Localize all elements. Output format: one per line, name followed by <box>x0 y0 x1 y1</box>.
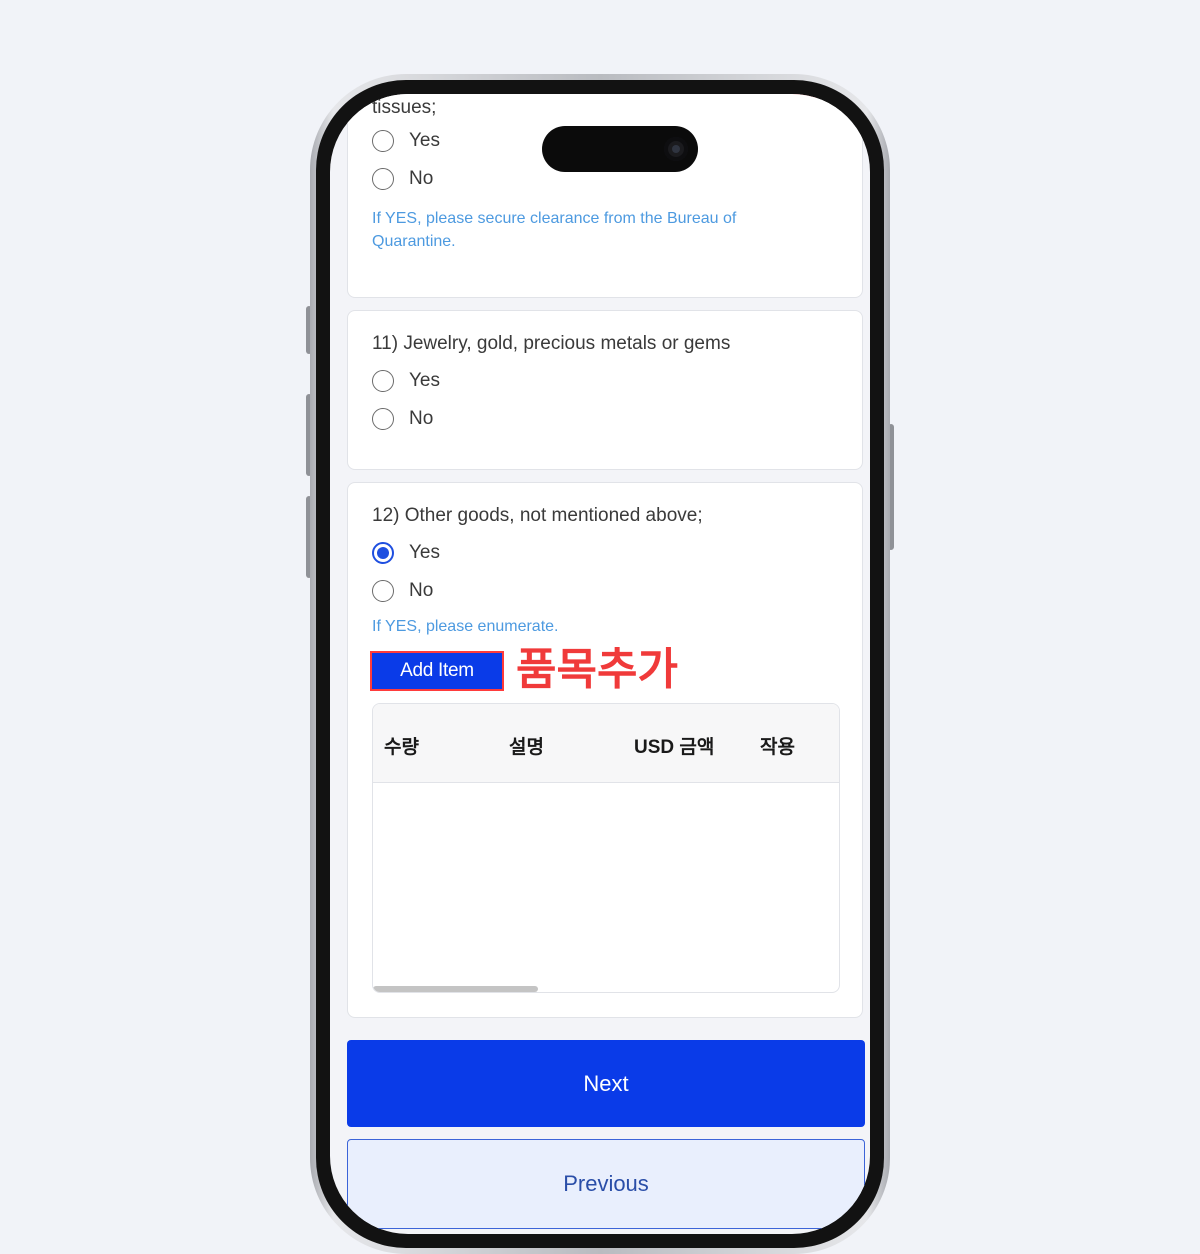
next-button[interactable]: Next <box>347 1040 865 1127</box>
radio-icon[interactable] <box>372 370 394 392</box>
q10-option-yes-label: Yes <box>409 130 440 151</box>
horizontal-scrollbar[interactable] <box>373 986 538 992</box>
phone-bezel: tissues; Yes No If YES, please secure cl… <box>316 80 884 1248</box>
add-item-button[interactable]: Add Item <box>370 651 504 691</box>
q11-option-yes-label: Yes <box>409 370 440 391</box>
radio-icon[interactable] <box>372 580 394 602</box>
question-12-text: 12) Other goods, not mentioned above; <box>372 505 703 526</box>
column-header-usd-amount: USD 금액 <box>634 737 715 758</box>
question-10-text: tissues; <box>372 97 437 118</box>
front-camera-icon <box>664 137 688 161</box>
radio-selected-icon[interactable] <box>372 542 394 564</box>
phone-frame: tissues; Yes No If YES, please secure cl… <box>310 74 890 1254</box>
q12-option-yes-label: Yes <box>409 542 440 563</box>
table-header: 수량 설명 USD 금액 작용 <box>373 704 839 783</box>
question-card-12: 12) Other goods, not mentioned above; Ye… <box>347 482 863 1018</box>
radio-icon[interactable] <box>372 168 394 190</box>
annotation-label: 품목추가 <box>516 645 678 694</box>
question-card-11: 11) Jewelry, gold, precious metals or ge… <box>347 310 863 470</box>
q12-hint: If YES, please enumerate. <box>372 618 559 635</box>
q10-option-yes[interactable]: Yes <box>372 127 440 155</box>
q12-option-no[interactable]: No <box>372 577 433 605</box>
q10-hint: If YES, please secure clearance from the… <box>372 210 737 250</box>
q11-option-yes[interactable]: Yes <box>372 367 440 395</box>
column-header-quantity: 수량 <box>384 737 419 758</box>
q11-option-no-label: No <box>409 408 434 429</box>
q10-option-no-label: No <box>409 168 434 189</box>
dynamic-island <box>542 126 698 172</box>
question-11-text: 11) Jewelry, gold, precious metals or ge… <box>372 333 731 354</box>
column-header-description: 설명 <box>509 737 544 758</box>
q12-option-yes[interactable]: Yes <box>372 539 440 567</box>
q12-option-no-label: No <box>409 580 434 601</box>
q10-option-no[interactable]: No <box>372 165 433 193</box>
radio-icon[interactable] <box>372 408 394 430</box>
phone-screen: tissues; Yes No If YES, please secure cl… <box>330 94 870 1234</box>
question-card-10: tissues; Yes No If YES, please secure cl… <box>347 94 863 298</box>
radio-icon[interactable] <box>372 130 394 152</box>
previous-button[interactable]: Previous <box>347 1139 865 1229</box>
q11-option-no[interactable]: No <box>372 405 433 433</box>
column-header-action: 작용 <box>760 737 795 758</box>
items-table: 수량 설명 USD 금액 작용 <box>372 703 840 993</box>
form-content: tissues; Yes No If YES, please secure cl… <box>330 94 870 1234</box>
